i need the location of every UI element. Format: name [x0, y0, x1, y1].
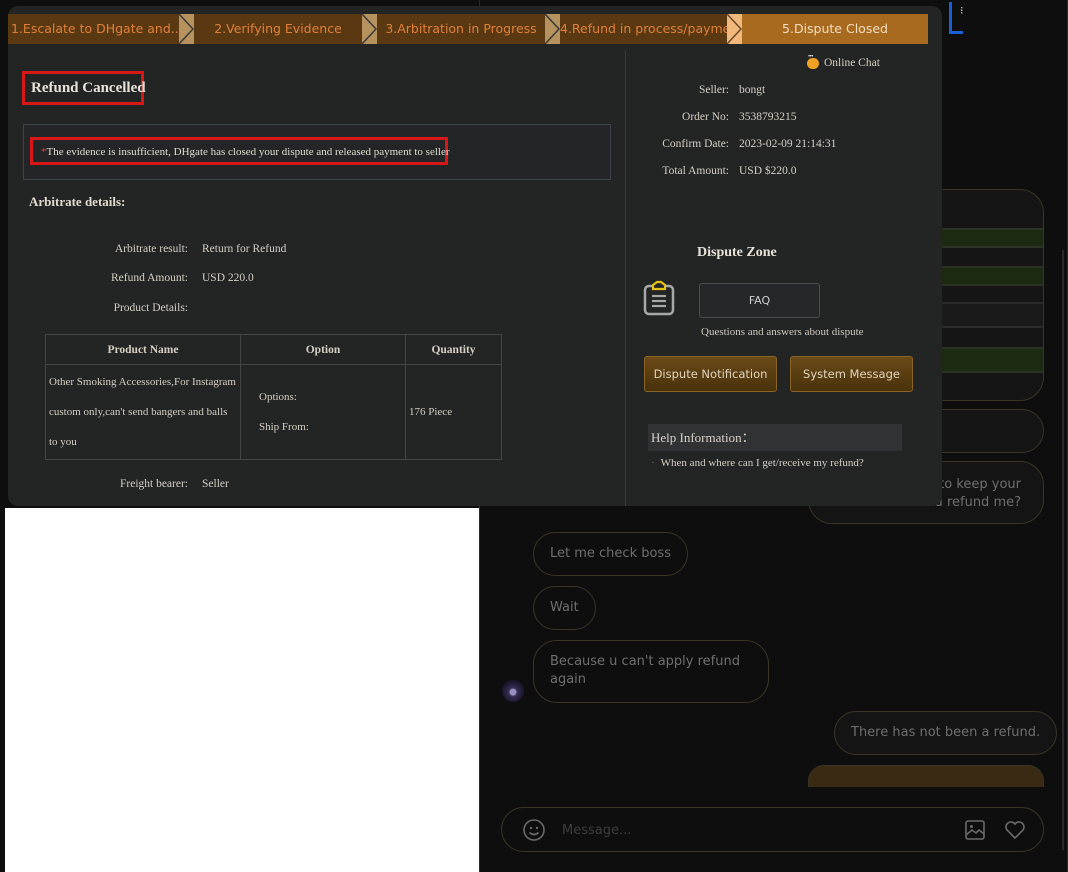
step-separator: [179, 14, 194, 44]
notice-highlight: *The evidence is insufficient, DHgate ha…: [30, 137, 450, 165]
dispute-zone-title: Dispute Zone: [697, 245, 777, 260]
field-value: Return for Refund: [202, 243, 287, 255]
contact-avatar[interactable]: [502, 680, 524, 702]
table-header-row: Product Name Option Quantity: [45, 334, 502, 365]
emoji-icon[interactable]: [522, 818, 546, 842]
field-label: Refund Amount:: [111, 272, 188, 284]
dispute-details: Refund Cancelled *The evidence is insuff…: [8, 50, 624, 506]
order-no-row: Order No: 3538793215: [626, 111, 942, 123]
table-row: Other Smoking Accessories,For Instagram …: [45, 364, 502, 460]
online-chat-link[interactable]: Online Chat: [807, 54, 880, 69]
step-separator: [545, 14, 560, 44]
field-label: Order No:: [682, 111, 729, 123]
quantity-cell: 176 Piece: [405, 364, 502, 460]
chevron-right-icon: [727, 14, 742, 44]
step-label: 4.Refund in process/payment...: [560, 21, 727, 36]
order-sidebar: Online Chat Seller: bongt Order No: 353879…: [625, 50, 942, 506]
step-4: 4.Refund in process/payment...: [560, 14, 727, 44]
step-2: 2.Verifying Evidence: [194, 14, 362, 44]
image-icon[interactable]: [963, 818, 987, 842]
step-3: 3.Arbitration in Progress: [377, 14, 545, 44]
faq-description: Questions and answers about dispute: [701, 326, 864, 338]
status-title: Refund Cancelled: [31, 80, 146, 96]
arbitrate-result-row: Arbitrate result: Return for Refund: [28, 243, 286, 255]
message-input[interactable]: [562, 820, 942, 840]
option-cell: Options: Ship From:: [240, 364, 406, 460]
status-title-highlight: Refund Cancelled: [22, 71, 146, 105]
field-label: Freight bearer:: [119, 478, 188, 490]
shared-screenshot-bubble[interactable]: [808, 765, 1044, 787]
step-5: 5.Dispute Closed: [742, 14, 928, 44]
chat-scrollbar[interactable]: [1062, 250, 1064, 850]
message-text: Let me check boss: [550, 546, 671, 561]
field-label: Product Details:: [113, 302, 188, 314]
message-bubble-mine: There has not been a refund.: [834, 711, 1058, 755]
marker-glyph: ⁝: [960, 4, 964, 17]
notice-text: The evidence is insufficient, DHgate has…: [46, 146, 450, 158]
message-text: Wait: [550, 600, 579, 615]
dispute-modal: 1.Escalate to DHgate and... 2.Verifying …: [8, 6, 942, 506]
blank-area: [5, 508, 479, 872]
confirm-date-row: Confirm Date: 2023-02-09 21:14:31: [626, 138, 942, 150]
product-name-cell: Other Smoking Accessories,For Instagram …: [45, 364, 241, 460]
selection-marker: ⁝: [949, 2, 964, 34]
field-label: Arbitrate result:: [114, 243, 188, 255]
system-message-button[interactable]: System Message: [790, 356, 913, 392]
ship-from-label: Ship From:: [259, 421, 309, 433]
step-label: 5.Dispute Closed: [782, 21, 888, 36]
message-bubble: Because u can't apply refund again: [533, 640, 769, 703]
product-table: Product Name Option Quantity Other Smoki…: [45, 334, 502, 460]
message-text: There has not been a refund.: [851, 725, 1041, 740]
step-label: 1.Escalate to DHgate and...: [11, 21, 179, 36]
field-label: Seller:: [698, 84, 729, 96]
message-bubble: Let me check boss: [533, 532, 688, 576]
help-information-heading: Help Information：: [648, 424, 902, 451]
field-value: Seller: [202, 478, 229, 490]
online-chat-label: Online Chat: [824, 57, 880, 69]
clipboard-icon: [643, 280, 675, 316]
total-amount-row: Total Amount: USD $220.0: [626, 165, 942, 177]
refund-amount-row: Refund Amount: USD 220.0: [28, 272, 254, 284]
help-link[interactable]: When and where can I get/receive my refu…: [651, 457, 864, 469]
chat-icon: [807, 54, 819, 69]
message-composer: [501, 807, 1044, 852]
field-value: bongt: [739, 84, 766, 96]
step-label: 2.Verifying Evidence: [214, 21, 342, 36]
field-value: 2023-02-09 21:14:31: [739, 138, 837, 150]
column-header: Product Name: [45, 334, 241, 365]
freight-bearer-row: Freight bearer: Seller: [28, 478, 229, 490]
chevron-right-icon: [545, 14, 560, 44]
field-value: 3538793215: [739, 111, 797, 123]
field-value: USD 220.0: [202, 272, 254, 284]
status-notice: *The evidence is insufficient, DHgate ha…: [23, 124, 611, 180]
field-label: Confirm Date:: [662, 138, 729, 150]
chevron-right-icon: [179, 14, 194, 44]
product-details-row: Product Details:: [28, 302, 188, 314]
field-label: Total Amount:: [662, 165, 729, 177]
step-label: 3.Arbitration in Progress: [385, 21, 537, 36]
chevron-right-icon: [362, 14, 377, 44]
notice-text-wrap: *The evidence is insufficient, DHgate ha…: [41, 146, 450, 158]
message-bubble: Wait: [533, 586, 596, 630]
seller-row: Seller: bongt: [626, 84, 942, 96]
faq-button[interactable]: FAQ: [699, 283, 820, 318]
arbitrate-heading: Arbitrate details:: [29, 194, 126, 209]
heart-icon[interactable]: [1003, 818, 1027, 842]
step-1: 1.Escalate to DHgate and...: [8, 14, 179, 44]
column-header: Quantity: [405, 334, 502, 365]
options-label: Options:: [259, 391, 297, 403]
progress-steps: 1.Escalate to DHgate and... 2.Verifying …: [8, 14, 928, 44]
column-header: Option: [240, 334, 406, 365]
field-value: USD $220.0: [739, 165, 797, 177]
step-separator: [362, 14, 377, 44]
dispute-notification-button[interactable]: Dispute Notification: [644, 356, 777, 392]
message-text: Because u can't apply refund again: [550, 654, 740, 687]
step-separator: [727, 14, 742, 44]
